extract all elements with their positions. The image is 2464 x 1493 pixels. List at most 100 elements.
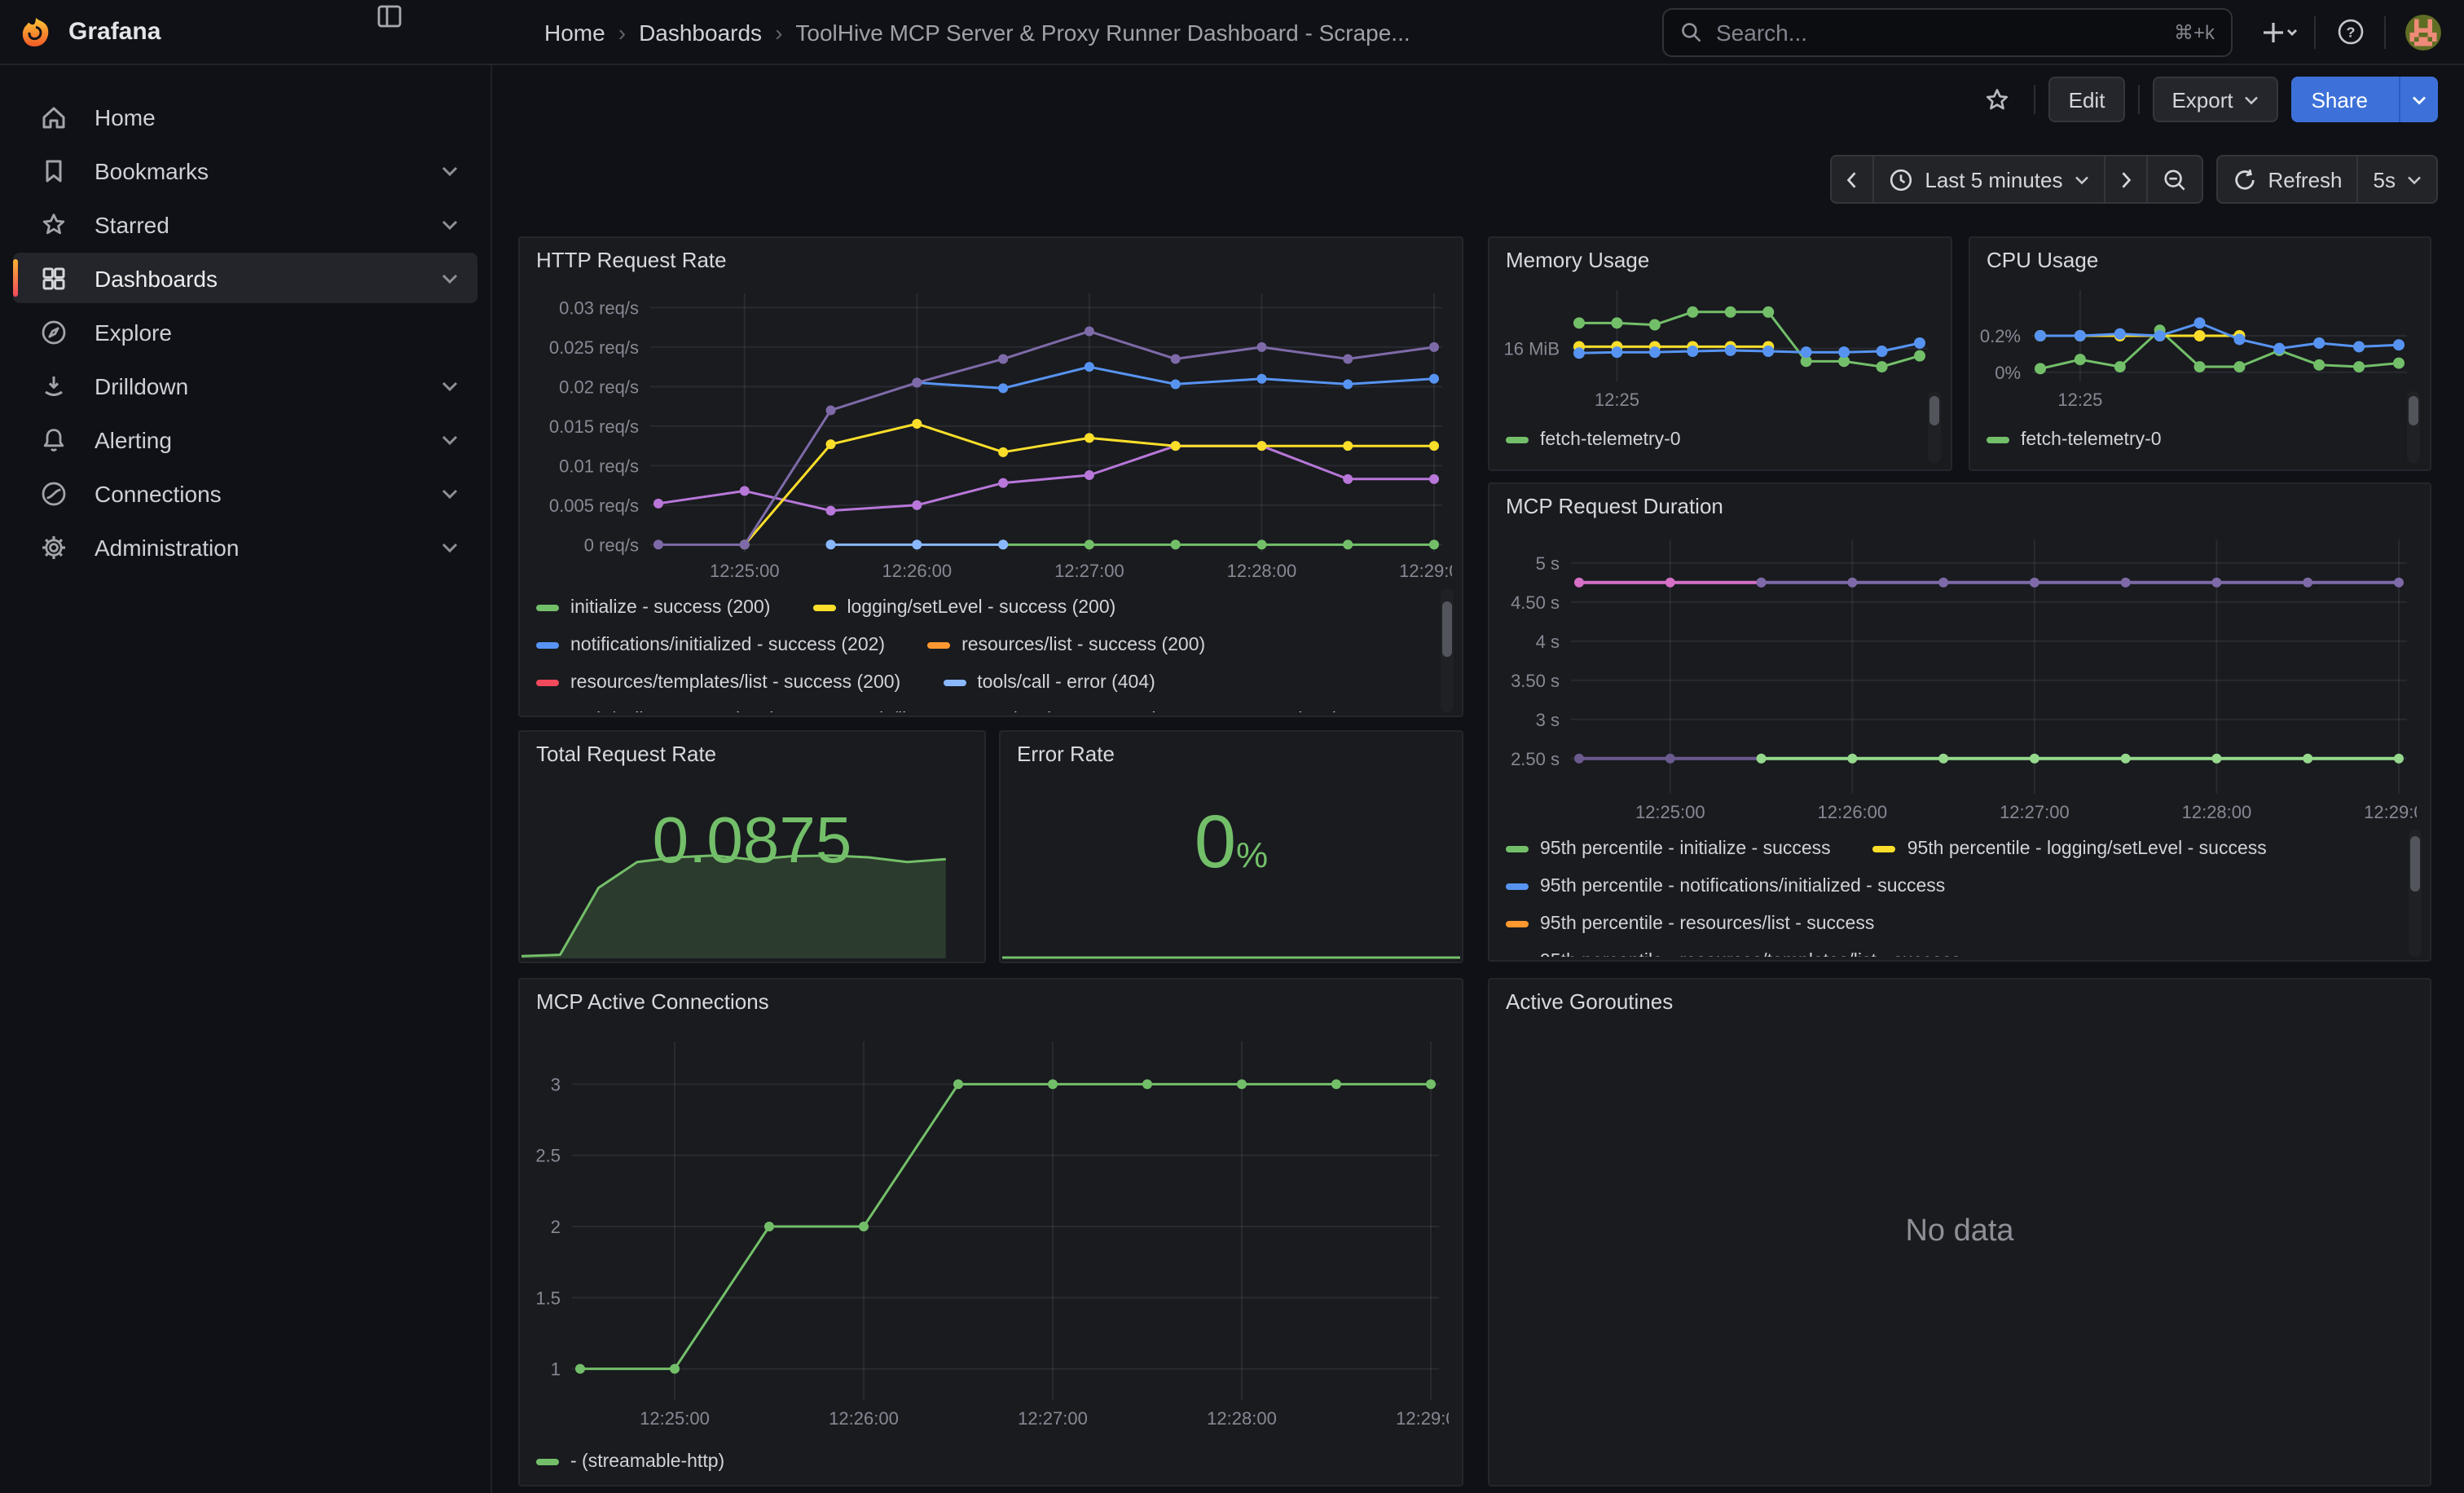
legend-item[interactable]: logging/setLevel - success (200) (812, 597, 1115, 617)
svg-text:12:26:00: 12:26:00 (829, 1408, 899, 1429)
svg-text:12:29:00: 12:29:00 (2364, 802, 2417, 822)
actions-divider (2137, 85, 2139, 114)
legend-item[interactable]: 95th percentile - initialize - success (1506, 839, 1831, 858)
svg-text:0 req/s: 0 req/s (584, 535, 639, 555)
svg-text:12:27:00: 12:27:00 (2000, 802, 2070, 822)
legend-item[interactable]: 95th percentile - logging/setLevel - suc… (1873, 839, 2267, 858)
svg-text:12:28:00: 12:28:00 (1207, 1408, 1277, 1429)
panel-total-request-rate[interactable]: Total Request Rate 0.0875 (518, 730, 986, 963)
user-avatar[interactable] (2405, 14, 2441, 50)
grafana-logo-icon[interactable] (20, 15, 52, 48)
panel-http-request-rate[interactable]: HTTP Request Rate 0 req/s0.005 req/s0.01… (518, 236, 1463, 717)
sidebar-item-drilldown[interactable]: Drilldown (13, 360, 477, 411)
legend-item[interactable]: resources/list - success (200) (927, 635, 1205, 654)
chevron-down-icon[interactable] (442, 379, 458, 392)
sidebar-item-explore[interactable]: Explore (13, 306, 477, 357)
legend-scrollbar[interactable] (1441, 588, 1454, 712)
time-range-picker[interactable]: Last 5 minutes (1872, 156, 2103, 202)
cpu-legend: fetch-telemetry-0 (1987, 421, 2391, 463)
svg-text:3.50 s: 3.50 s (1511, 671, 1560, 691)
panel-cpu-usage[interactable]: CPU Usage 0.2%0%12:25 fetch-telemetry-0 (1969, 236, 2431, 471)
chevron-down-icon[interactable] (442, 271, 458, 284)
time-shift-forward-button[interactable] (2103, 156, 2145, 202)
legend-item[interactable]: tools/list - success (200) (819, 710, 1054, 712)
sidebar-item-administration[interactable]: Administration (13, 522, 477, 572)
legend-scrollbar[interactable] (2407, 391, 2420, 463)
chevron-down-icon[interactable] (442, 433, 458, 446)
chevron-down-icon[interactable] (442, 487, 458, 500)
panel-title[interactable]: HTTP Request Rate (520, 238, 1462, 280)
legend-item[interactable]: 95th percentile - notifications/initiali… (1506, 876, 1945, 896)
chevron-down-icon[interactable] (442, 540, 458, 553)
legend-item[interactable]: 95th percentile - resources/templates/li… (1506, 951, 1960, 957)
legend-item[interactable]: fetch-telemetry-0 (1987, 429, 2162, 449)
sidebar-item-alerting[interactable]: Alerting (13, 414, 477, 465)
panel-error-rate[interactable]: Error Rate 0% (999, 730, 1463, 963)
legend-item[interactable]: fetch-telemetry-0 (1506, 429, 1681, 449)
time-range-label: Last 5 minutes (1925, 167, 2062, 192)
export-label: Export (2171, 87, 2233, 112)
breadcrumb-home[interactable]: Home (544, 19, 605, 45)
panel-title[interactable]: MCP Active Connections (520, 980, 1462, 1022)
panel-mcp-request-duration[interactable]: MCP Request Duration 2.50 s3 s3.50 s4 s4… (1488, 482, 2431, 962)
sidebar-item-connections[interactable]: Connections (13, 468, 477, 518)
svg-text:4 s: 4 s (1536, 632, 1560, 652)
legend-scrollbar[interactable] (1928, 391, 1941, 463)
panel-mcp-active-connections[interactable]: MCP Active Connections 11.522.5312:25:00… (518, 978, 1463, 1486)
refresh-icon (2232, 167, 2256, 192)
time-shift-back-button[interactable] (1832, 156, 1872, 202)
svg-text:?: ? (2346, 24, 2355, 40)
zoom-out-button[interactable] (2145, 156, 2201, 202)
sidebar-item-label: Alerting (95, 426, 442, 452)
panel-memory-usage[interactable]: Memory Usage 16 MiB12:25 fetch-telemetry… (1488, 236, 1952, 471)
sidebar-item-label: Bookmarks (95, 157, 442, 183)
panel-title[interactable]: CPU Usage (1970, 238, 2430, 280)
bell-icon (39, 425, 68, 454)
sidebar-toggle-icon[interactable] (375, 1, 404, 30)
sidebar-item-starred[interactable]: Starred (13, 199, 477, 249)
refresh-button[interactable]: Refresh (2217, 156, 2356, 202)
add-new-button[interactable] (2255, 7, 2304, 56)
breadcrumb-dashboards[interactable]: Dashboards (639, 19, 762, 45)
edit-button[interactable]: Edit (2049, 77, 2125, 122)
actions-divider (2035, 85, 2036, 114)
share-menu-chevron-icon[interactable] (2399, 77, 2438, 122)
svg-text:12:25:00: 12:25:00 (1635, 802, 1705, 822)
breadcrumb-separator: › (775, 19, 782, 45)
error-rate-value: 0% (1001, 797, 1462, 885)
chevron-down-icon[interactable] (442, 164, 458, 177)
refresh-interval-picker[interactable]: 5s (2357, 156, 2436, 202)
legend-item[interactable]: - (streamable-http) (536, 1451, 724, 1471)
legend-item[interactable]: unknown - success (200) (1097, 710, 1340, 712)
help-icon[interactable]: ? (2325, 7, 2374, 56)
sidebar-item-bookmarks[interactable]: Bookmarks (13, 145, 477, 196)
export-button[interactable]: Export (2152, 77, 2278, 122)
star-icon (39, 209, 68, 239)
mcp-active-connections-chart: 11.522.5312:25:0012:26:0012:27:0012:28:0… (526, 1028, 1449, 1433)
share-button[interactable]: Share (2292, 77, 2438, 122)
panel-title[interactable]: Memory Usage (1489, 238, 1951, 280)
search-input[interactable]: Search... ⌘+k (1662, 7, 2233, 56)
legend-item[interactable]: tools/call - success (200) (536, 710, 777, 712)
legend-item[interactable]: resources/templates/list - success (200) (536, 672, 900, 692)
sidebar-item-dashboards[interactable]: Dashboards (13, 253, 477, 303)
legend-scrollbar[interactable] (2409, 830, 2422, 957)
legend-item[interactable]: notifications/initialized - success (202… (536, 635, 885, 654)
legend-item[interactable]: tools/call - error (404) (943, 672, 1155, 692)
bookmark-icon (39, 156, 68, 185)
svg-text:12:27:00: 12:27:00 (1018, 1408, 1088, 1429)
panel-title[interactable]: MCP Request Duration (1489, 484, 2430, 526)
grafana-app: Grafana Home › Dashboards › ToolHive MCP… (0, 0, 2464, 1493)
duration-legend: 95th percentile - initialize - success 9… (1506, 830, 2400, 957)
legend-item[interactable]: 95th percentile - resources/list - succe… (1506, 914, 1874, 933)
sidebar-item-home[interactable]: Home (13, 91, 477, 142)
sidebar-item-label: Explore (95, 319, 477, 345)
legend-item[interactable]: initialize - success (200) (536, 597, 770, 617)
search-shortcut: ⌘+k (2174, 20, 2215, 43)
panel-active-goroutines[interactable]: Active Goroutines No data (1488, 978, 2431, 1486)
chevron-down-icon[interactable] (442, 218, 458, 231)
share-label[interactable]: Share (2292, 77, 2387, 122)
svg-text:2.5: 2.5 (535, 1146, 561, 1166)
favorite-star-button[interactable] (1973, 77, 2022, 122)
breadcrumb-page-title: ToolHive MCP Server & Proxy Runner Dashb… (795, 19, 1410, 45)
